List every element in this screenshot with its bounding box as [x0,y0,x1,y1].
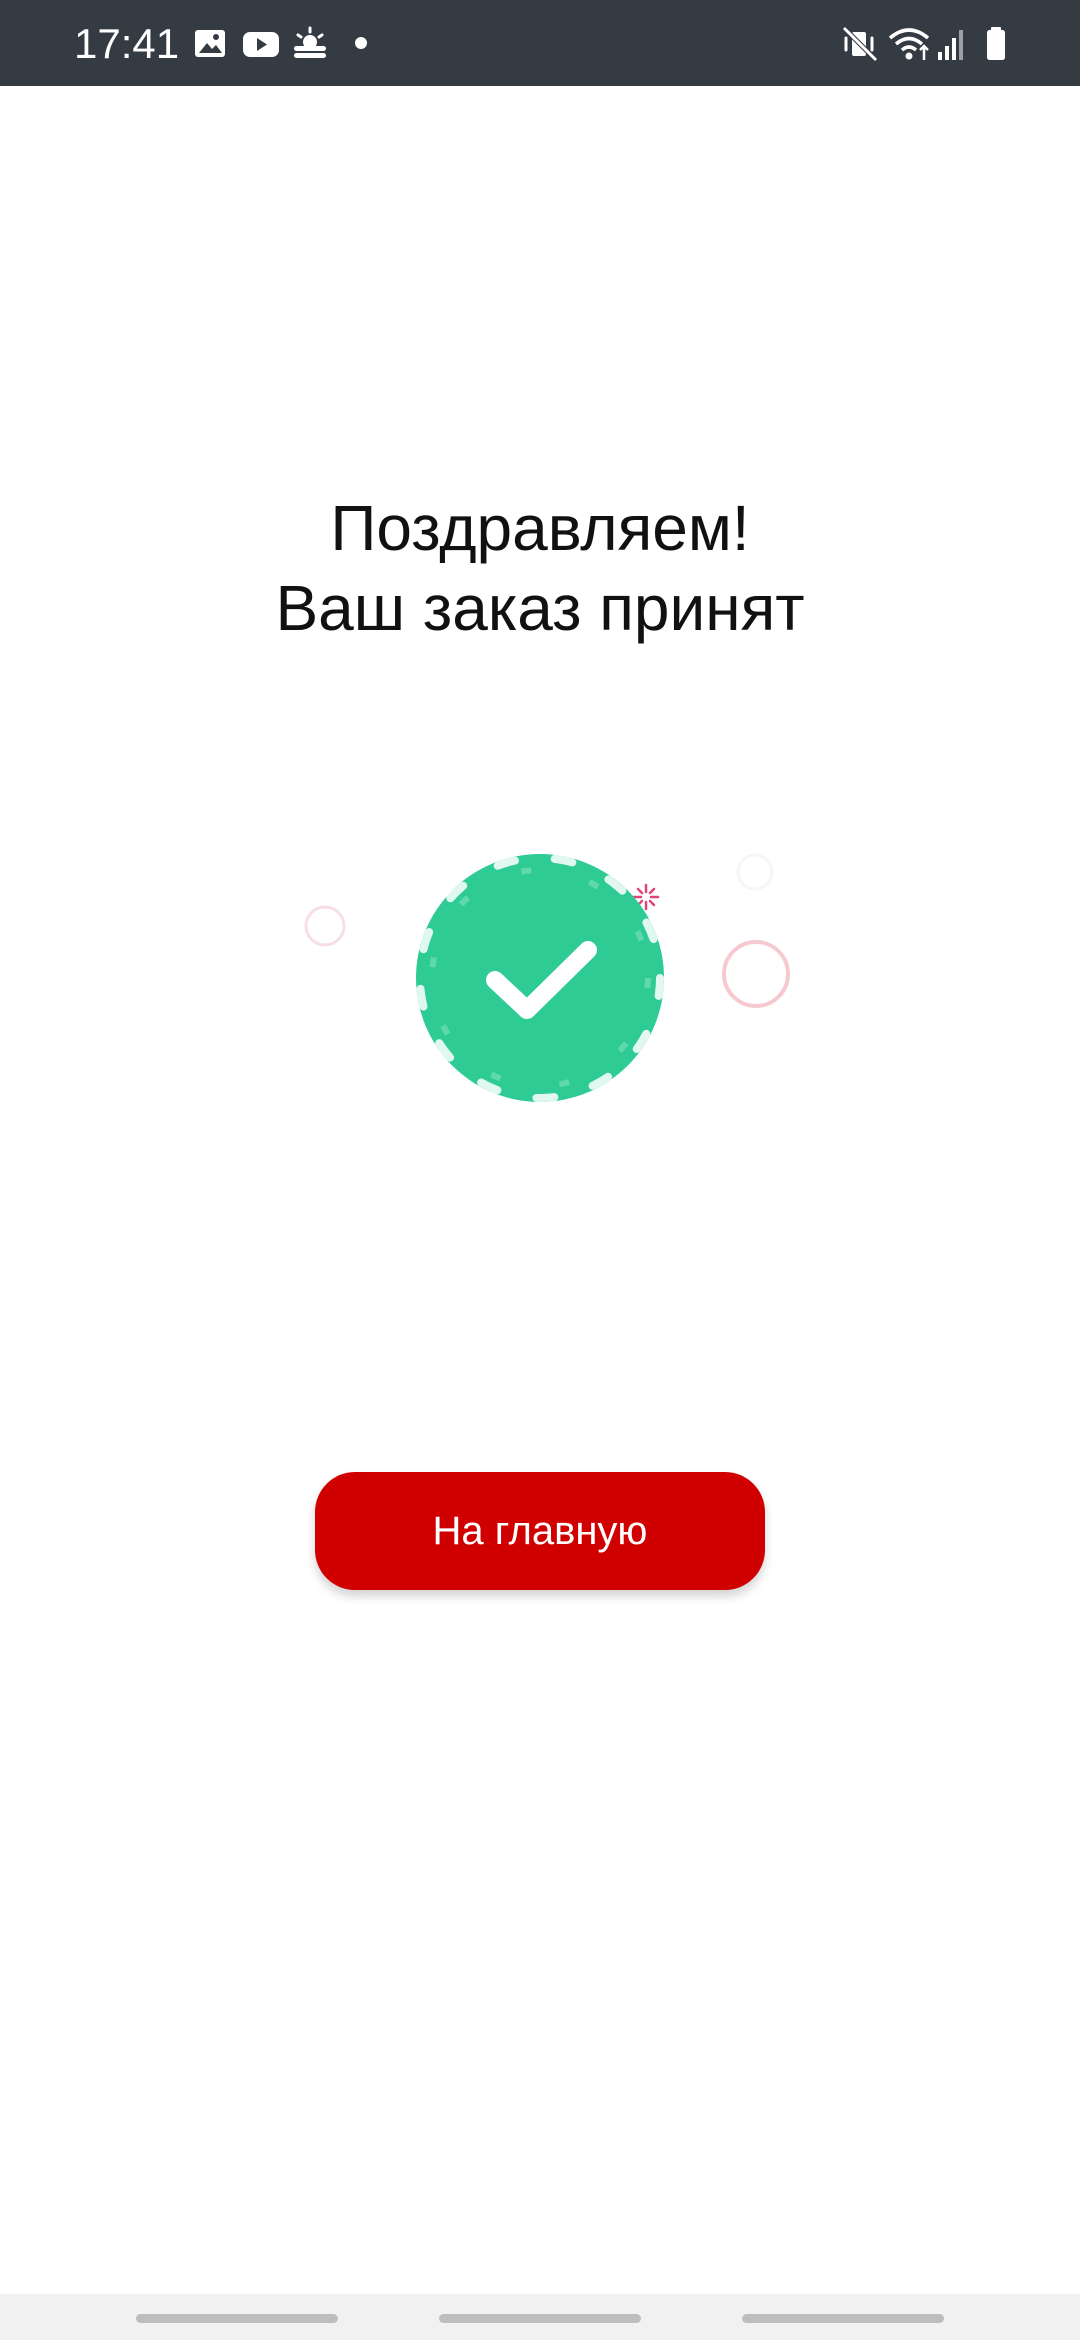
gallery-icon [194,24,226,64]
nav-handle-left[interactable] [136,2314,338,2323]
decor-bubble-right [722,940,790,1008]
status-bar: 17:41 [0,0,1080,86]
home-button[interactable]: На главную [315,1472,765,1590]
decor-bubble-left [304,905,346,947]
mute-vibrate-icon [842,24,878,64]
signal-icon [936,24,966,64]
title-line-congrats: Поздравляем! [330,492,750,564]
youtube-icon [242,24,280,64]
nav-handle-right[interactable] [742,2314,944,2323]
success-illustration [290,840,810,1120]
wifi-icon [888,24,930,64]
battery-icon [984,24,1008,64]
navigation-bar [0,2294,1080,2340]
order-confirmation-screen: 17:41 Поздравляем! Ваш заказ принят На г… [0,0,1080,2340]
decor-bubble-top [736,853,774,891]
title-line-order-accepted: Ваш заказ принят [275,572,805,644]
confirmation-title: Поздравляем! Ваш заказ принят [0,488,1080,648]
weather-icon [292,24,328,64]
nav-handle-center[interactable] [439,2314,641,2323]
status-time: 17:41 [74,20,180,67]
notification-dot-icon [354,24,368,64]
check-circle-icon [304,853,790,1102]
